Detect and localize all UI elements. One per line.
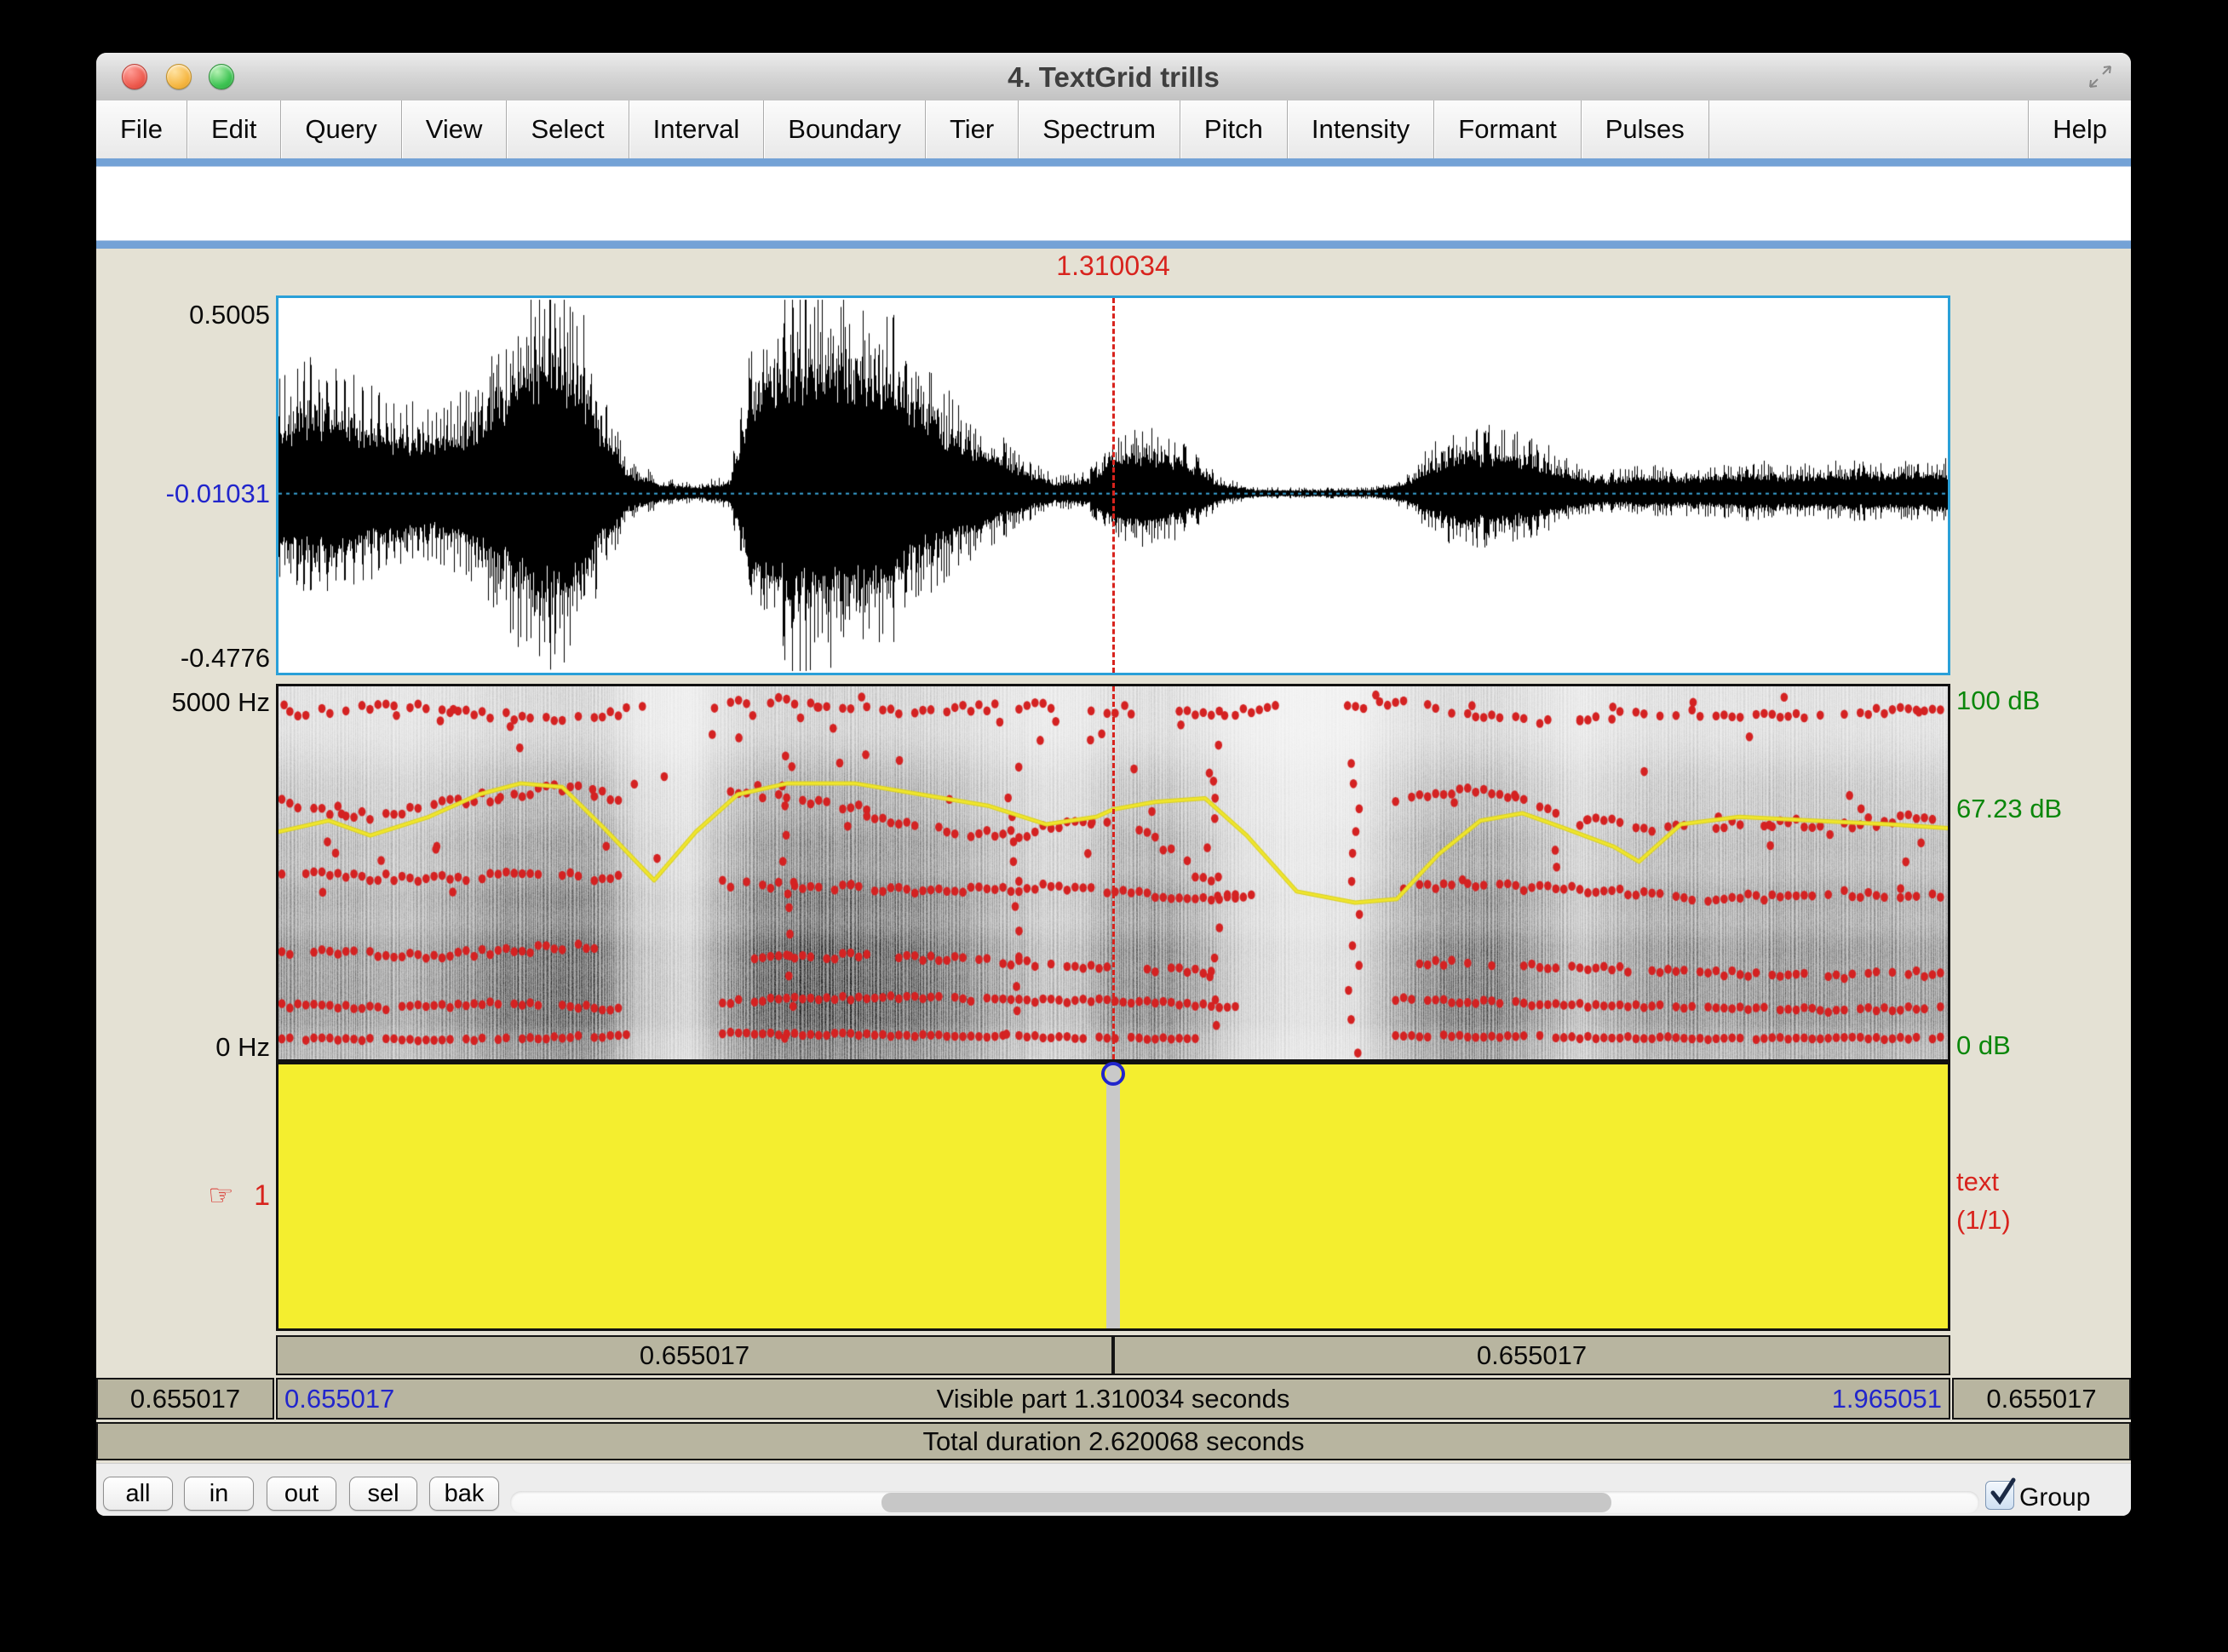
checkmark-icon bbox=[1988, 1476, 2022, 1510]
zoom-all-button[interactable]: all bbox=[103, 1477, 173, 1511]
play-selection-right-bar[interactable]: 0.655017 bbox=[1113, 1335, 1950, 1375]
cursor-time-label: 1.310034 bbox=[985, 250, 1241, 282]
praat-editor-window: 4. TextGrid trills File Edit Query View … bbox=[96, 53, 2131, 1516]
time-scrollbar[interactable] bbox=[510, 1491, 1979, 1514]
visible-start-time: 0.655017 bbox=[284, 1384, 394, 1414]
play-total-duration-bar[interactable]: Total duration 2.620068 seconds bbox=[96, 1422, 2131, 1460]
tier-cursor-handle[interactable] bbox=[1101, 1062, 1125, 1086]
menu-file[interactable]: File bbox=[96, 100, 187, 158]
zoom-out-button[interactable]: out bbox=[267, 1477, 336, 1511]
freq-min-label: 0 Hz bbox=[96, 1032, 270, 1063]
menu-pulses[interactable]: Pulses bbox=[1582, 100, 1709, 158]
tier-index-label: (1/1) bbox=[1956, 1205, 2011, 1236]
menu-bar: File Edit Query View Select Interval Bou… bbox=[96, 100, 2131, 160]
db-max-label: 100 dB bbox=[1956, 685, 2040, 716]
menu-formant[interactable]: Formant bbox=[1434, 100, 1581, 158]
zoom-selection-button[interactable]: sel bbox=[349, 1477, 417, 1511]
menu-view[interactable]: View bbox=[402, 100, 508, 158]
interval-text-field[interactable] bbox=[96, 158, 2131, 249]
menu-spectrum[interactable]: Spectrum bbox=[1019, 100, 1180, 158]
zoom-in-button[interactable]: in bbox=[184, 1477, 254, 1511]
tier-selector[interactable]: ☞ 1 bbox=[96, 1179, 270, 1213]
menu-help[interactable]: Help bbox=[2028, 100, 2131, 158]
time-scrollbar-thumb[interactable] bbox=[881, 1493, 1611, 1512]
cursor-line-waveform[interactable] bbox=[1112, 298, 1115, 673]
window-title: 4. TextGrid trills bbox=[96, 61, 2131, 94]
menu-select[interactable]: Select bbox=[507, 100, 629, 158]
menu-pitch[interactable]: Pitch bbox=[1180, 100, 1288, 158]
play-after-visible-bar[interactable]: 0.655017 bbox=[1952, 1378, 2131, 1420]
tier-cursor-bar[interactable] bbox=[1106, 1064, 1120, 1328]
group-checkbox-label: Group bbox=[2019, 1483, 2090, 1512]
play-selection-left-bar[interactable]: 0.655017 bbox=[276, 1335, 1113, 1375]
play-before-visible-bar[interactable]: 0.655017 bbox=[96, 1378, 274, 1420]
pointing-hand-icon: ☞ bbox=[208, 1179, 233, 1212]
waveform-cursor-value-label: -0.01031 bbox=[96, 479, 270, 509]
group-checkbox[interactable] bbox=[1985, 1481, 2014, 1510]
play-visible-part-bar[interactable]: 0.655017 Visible part 1.310034 seconds 1… bbox=[276, 1378, 1950, 1420]
db-min-label: 0 dB bbox=[1956, 1030, 2011, 1061]
menu-boundary[interactable]: Boundary bbox=[764, 100, 926, 158]
menu-interval[interactable]: Interval bbox=[629, 100, 765, 158]
cursor-line-spectrogram[interactable] bbox=[1112, 686, 1115, 1059]
visible-part-label: Visible part 1.310034 seconds bbox=[937, 1384, 1290, 1414]
menu-intensity[interactable]: Intensity bbox=[1288, 100, 1434, 158]
tier-name-label: text bbox=[1956, 1167, 1999, 1197]
menu-edit[interactable]: Edit bbox=[187, 100, 281, 158]
zoom-back-button[interactable]: bak bbox=[429, 1477, 499, 1511]
db-cursor-label: 67.23 dB bbox=[1956, 794, 2062, 824]
bottom-control-strip: all in out sel bak Group bbox=[96, 1463, 2131, 1516]
waveform-max-label: 0.5005 bbox=[96, 300, 270, 330]
textgrid-tier-interval[interactable] bbox=[276, 1062, 1950, 1331]
visible-end-time: 1.965051 bbox=[1832, 1384, 1942, 1414]
fullscreen-icon[interactable] bbox=[2085, 61, 2116, 92]
menu-query[interactable]: Query bbox=[281, 100, 401, 158]
freq-max-label: 5000 Hz bbox=[96, 687, 270, 718]
waveform-min-label: -0.4776 bbox=[96, 643, 270, 674]
title-bar[interactable]: 4. TextGrid trills bbox=[96, 53, 2131, 101]
tier-number: 1 bbox=[254, 1179, 270, 1212]
menu-tier[interactable]: Tier bbox=[926, 100, 1019, 158]
